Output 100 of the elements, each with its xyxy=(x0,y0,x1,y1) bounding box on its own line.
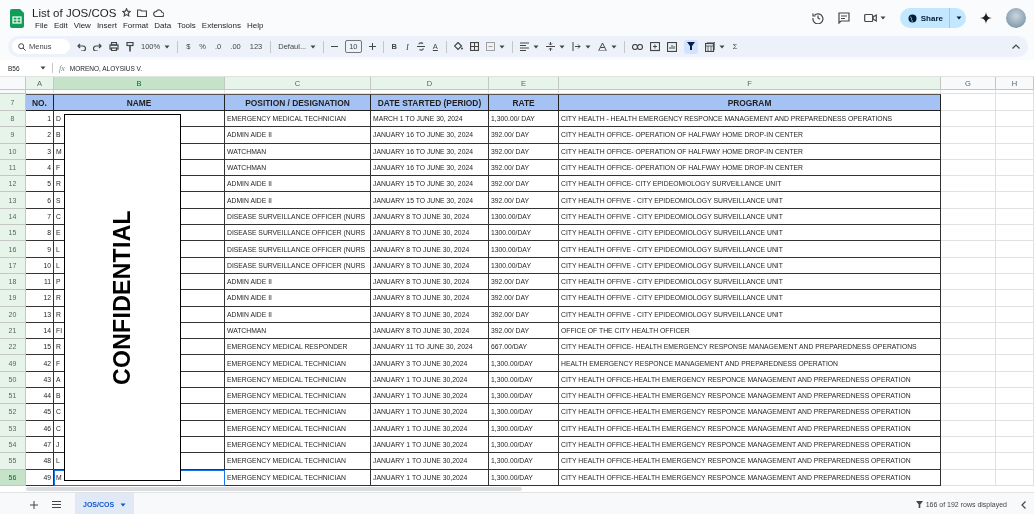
column-heading: RATE xyxy=(489,94,559,111)
empty-cell xyxy=(996,371,1034,389)
menu-item[interactable]: Insert xyxy=(93,20,120,30)
horizontal-scrollbar[interactable] xyxy=(26,487,522,491)
empty-cell xyxy=(941,388,996,405)
filter-icon xyxy=(915,501,923,508)
menu-item[interactable]: Data xyxy=(151,20,175,30)
menu-item[interactable]: Help xyxy=(244,20,267,30)
star-icon[interactable] xyxy=(122,8,132,17)
strikethrough-icon[interactable] xyxy=(416,42,425,51)
empty-cell xyxy=(941,404,996,421)
vertical-align-icon[interactable] xyxy=(545,42,555,51)
video-camera-icon[interactable] xyxy=(863,13,877,23)
menu-item[interactable]: Format xyxy=(119,20,152,30)
empty-cell xyxy=(941,159,996,177)
dropdown-caret-icon[interactable] xyxy=(558,44,565,49)
insert-comment-icon[interactable] xyxy=(649,41,660,52)
dropdown-caret-icon[interactable] xyxy=(310,44,317,49)
column-heading: DATE STARTED (PERIOD) xyxy=(371,94,489,111)
column-heading: PROGRAM xyxy=(559,94,941,111)
empty-cell xyxy=(996,225,1034,242)
empty-cell xyxy=(996,420,1034,437)
merge-cells-icon[interactable] xyxy=(485,42,495,51)
share-button[interactable]: Share xyxy=(899,8,966,28)
empty-cell xyxy=(996,339,1034,356)
text-rotation-icon[interactable] xyxy=(597,42,607,51)
menu-item[interactable]: Tools xyxy=(174,20,199,30)
empty-cell xyxy=(996,388,1034,405)
menu-item[interactable]: View xyxy=(70,20,94,30)
dropdown-caret-icon[interactable] xyxy=(164,44,171,49)
document-title[interactable]: List of JOS/COS xyxy=(32,6,117,19)
empty-cell xyxy=(941,290,996,307)
menu-item[interactable]: Extensions xyxy=(198,20,244,30)
redo-icon[interactable] xyxy=(93,42,102,51)
empty-cell xyxy=(941,143,996,160)
globe-icon xyxy=(907,13,917,23)
menu-item[interactable]: Edit xyxy=(50,20,71,30)
undo-icon[interactable] xyxy=(77,42,86,51)
filter-icon[interactable] xyxy=(686,41,695,50)
empty-cell xyxy=(941,241,996,258)
column-heading: POSITION / DESIGNATION xyxy=(225,94,371,111)
print-icon[interactable] xyxy=(109,42,119,51)
comment-icon[interactable] xyxy=(837,12,850,24)
empty-cell xyxy=(941,273,996,291)
empty-cell xyxy=(941,176,996,193)
column-heading: NO. xyxy=(26,94,54,111)
empty-cell xyxy=(941,192,996,209)
chart-icon[interactable] xyxy=(666,41,677,52)
collapse-chevron-icon[interactable] xyxy=(1012,44,1020,49)
avatar[interactable] xyxy=(1006,8,1026,28)
chevron-left-icon[interactable] xyxy=(1021,500,1026,509)
empty-cell xyxy=(996,127,1034,144)
dropdown-caret-icon[interactable] xyxy=(39,66,46,70)
empty-cell xyxy=(996,159,1034,177)
sparkle-icon[interactable] xyxy=(980,12,992,24)
plus-icon[interactable] xyxy=(368,43,376,50)
align-icon[interactable] xyxy=(519,42,529,51)
paint-format-icon[interactable] xyxy=(126,41,134,52)
filter-views-icon[interactable] xyxy=(704,41,715,52)
empty-cell xyxy=(941,420,996,437)
dropdown-caret-icon[interactable] xyxy=(718,44,725,49)
dropdown-caret-icon[interactable] xyxy=(956,16,962,20)
menu-icon[interactable] xyxy=(52,501,61,508)
italic-button[interactable]: I xyxy=(404,41,410,52)
dropdown-caret-icon[interactable] xyxy=(584,44,591,49)
minus-icon[interactable] xyxy=(331,43,339,50)
empty-cell xyxy=(996,143,1034,160)
folder-icon[interactable] xyxy=(137,8,148,17)
empty-cell xyxy=(996,94,1034,111)
empty-cell xyxy=(996,322,1034,340)
empty-cell xyxy=(996,208,1034,226)
empty-cell xyxy=(941,371,996,389)
add-sheet-icon[interactable] xyxy=(30,500,38,509)
borders-icon[interactable] xyxy=(469,42,479,51)
empty-cell xyxy=(941,127,996,144)
empty-cell xyxy=(941,355,996,372)
fill-color-icon[interactable] xyxy=(453,42,463,51)
sheets-logo-icon[interactable] xyxy=(10,8,24,28)
cloud-icon[interactable] xyxy=(153,8,165,17)
empty-cell xyxy=(996,355,1034,372)
empty-cell xyxy=(941,322,996,340)
empty-cell xyxy=(941,257,996,274)
text-wrap-icon[interactable] xyxy=(571,42,581,51)
dropdown-caret-icon[interactable] xyxy=(610,44,617,49)
column-heading: NAME xyxy=(54,94,225,111)
dropdown-caret-icon[interactable] xyxy=(879,16,886,20)
empty-cell xyxy=(996,192,1034,209)
empty-cell xyxy=(941,208,996,226)
empty-cell xyxy=(996,257,1034,274)
dropdown-caret-icon[interactable] xyxy=(532,44,539,49)
empty-cell xyxy=(996,176,1034,193)
link-icon[interactable] xyxy=(631,43,643,50)
menu-item[interactable]: File xyxy=(32,20,51,30)
dropdown-caret-icon[interactable] xyxy=(498,44,505,49)
fx-label: fx xyxy=(59,63,65,73)
empty-cell xyxy=(996,436,1034,454)
empty-cell xyxy=(941,436,996,454)
empty-cell xyxy=(996,453,1034,470)
history-icon[interactable] xyxy=(811,12,824,24)
empty-cell xyxy=(996,241,1034,258)
